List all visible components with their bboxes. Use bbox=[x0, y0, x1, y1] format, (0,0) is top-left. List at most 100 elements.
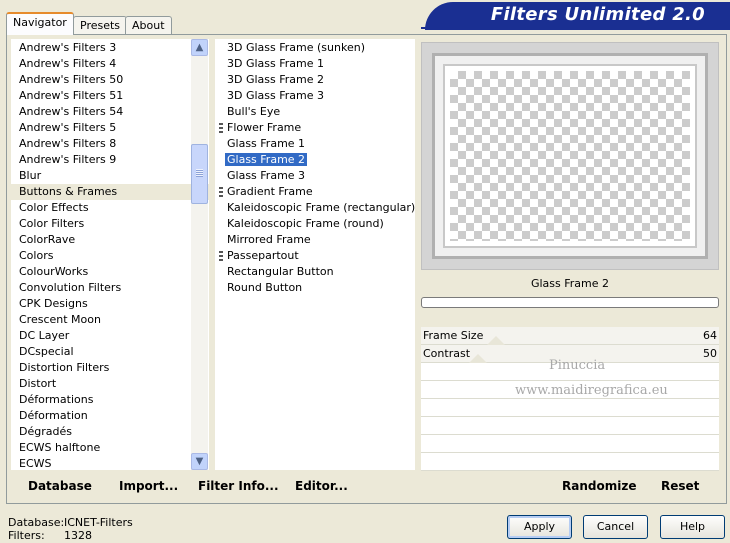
param-row-empty bbox=[421, 399, 719, 417]
filter-item-label: Gradient Frame bbox=[227, 185, 313, 198]
category-item[interactable]: Andrew's Filters 3 bbox=[11, 40, 209, 56]
category-item[interactable]: Andrew's Filters 8 bbox=[11, 136, 209, 152]
scroll-thumb[interactable] bbox=[191, 144, 208, 204]
filter-item-label: Round Button bbox=[227, 281, 303, 294]
status-database: Database:ICNET-Filters bbox=[8, 516, 133, 529]
reset-button[interactable]: Reset bbox=[661, 479, 699, 493]
filter-item[interactable]: Glass Frame 1 bbox=[215, 136, 415, 152]
category-item[interactable]: CPK Designs bbox=[11, 296, 209, 312]
filter-item-label: 3D Glass Frame 3 bbox=[227, 89, 325, 102]
category-item[interactable]: Distortion Filters bbox=[11, 360, 209, 376]
param-row-empty bbox=[421, 453, 719, 471]
category-item[interactable]: Crescent Moon bbox=[11, 312, 209, 328]
filter-item-label: Kaleidoscopic Frame (round) bbox=[227, 217, 384, 230]
tab-navigator[interactable]: Navigator bbox=[6, 12, 74, 35]
slider-thumb[interactable] bbox=[487, 336, 505, 345]
category-list[interactable]: Andrew's Filters 3 Andrew's Filters 4 Andr… bbox=[11, 39, 209, 470]
preview-frame-outer bbox=[432, 53, 708, 259]
scroll-down-button[interactable]: ▼ bbox=[191, 453, 208, 470]
filter-item[interactable]: Rectangular Button bbox=[215, 264, 415, 280]
param-row-empty bbox=[421, 417, 719, 435]
category-item[interactable]: Dégradés bbox=[11, 424, 209, 440]
category-item[interactable]: Color Filters bbox=[11, 216, 209, 232]
filter-item[interactable]: Passepartout bbox=[215, 248, 415, 264]
filter-item[interactable]: Kaleidoscopic Frame (rectangular) bbox=[215, 200, 415, 216]
brand-banner: Filters Unlimited 2.0 bbox=[421, 2, 730, 30]
chevron-down-icon: ▼ bbox=[195, 456, 204, 467]
filter-list[interactable]: 3D Glass Frame (sunken) 3D Glass Frame 1 3… bbox=[215, 39, 415, 470]
editor-button[interactable]: Editor... bbox=[295, 479, 348, 493]
filter-item-label: Bull's Eye bbox=[227, 105, 281, 118]
filter-item-label: Glass Frame 2 bbox=[225, 153, 308, 166]
filter-item[interactable]: 3D Glass Frame 1 bbox=[215, 56, 415, 72]
category-item[interactable]: Blur bbox=[11, 168, 209, 184]
category-item[interactable]: ColorRave bbox=[11, 232, 209, 248]
category-item[interactable]: ColourWorks bbox=[11, 264, 209, 280]
category-item[interactable]: Andrew's Filters 51 bbox=[11, 88, 209, 104]
filter-item-label: 3D Glass Frame (sunken) bbox=[227, 41, 365, 54]
filter-item-label: Kaleidoscopic Frame (rectangular) bbox=[227, 201, 415, 214]
filter-item[interactable]: 3D Glass Frame 3 bbox=[215, 88, 415, 104]
status-filters: Filters: 1328 bbox=[8, 529, 92, 542]
category-item[interactable]: Andrew's Filters 50 bbox=[11, 72, 209, 88]
filter-item[interactable]: 3D Glass Frame (sunken) bbox=[215, 40, 415, 56]
filter-item[interactable]: Kaleidoscopic Frame (round) bbox=[215, 216, 415, 232]
transparency-checkerboard bbox=[450, 71, 690, 241]
param-row-empty bbox=[421, 435, 719, 453]
filter-item[interactable]: 3D Glass Frame 2 bbox=[215, 72, 415, 88]
category-item[interactable]: Color Effects bbox=[11, 200, 209, 216]
editable-marker-icon bbox=[219, 123, 223, 133]
tab-presets[interactable]: Presets bbox=[73, 16, 128, 35]
slider-thumb[interactable] bbox=[469, 354, 487, 363]
category-item[interactable]: Distort bbox=[11, 376, 209, 392]
toolbar: Database Import... Filter Info... Editor… bbox=[11, 475, 717, 499]
param-label: Contrast bbox=[423, 347, 471, 360]
param-value: 50 bbox=[703, 347, 717, 360]
category-item[interactable]: Déformations bbox=[11, 392, 209, 408]
category-item[interactable]: Andrew's Filters 4 bbox=[11, 56, 209, 72]
watermark-name: Pinuccia bbox=[549, 358, 606, 373]
category-item[interactable]: ECWS bbox=[11, 456, 209, 470]
help-button[interactable]: Help bbox=[660, 515, 725, 539]
chevron-up-icon: ▲ bbox=[195, 42, 204, 53]
preview-pane bbox=[421, 42, 719, 270]
filter-item[interactable]: Glass Frame 2 bbox=[215, 152, 415, 168]
category-item[interactable]: Buttons & Frames bbox=[11, 184, 209, 200]
category-scrollbar[interactable]: ▲ ▼ bbox=[191, 39, 208, 470]
selected-filter-title: Glass Frame 2 bbox=[421, 273, 719, 295]
filter-item[interactable]: Gradient Frame bbox=[215, 184, 415, 200]
category-item[interactable]: Andrew's Filters 9 bbox=[11, 152, 209, 168]
progress-bar bbox=[421, 297, 719, 308]
preview-frame-inner bbox=[443, 64, 697, 248]
filter-item-label: 3D Glass Frame 2 bbox=[227, 73, 325, 86]
import-button[interactable]: Import... bbox=[119, 479, 178, 493]
editable-marker-icon bbox=[219, 187, 223, 197]
database-button[interactable]: Database bbox=[28, 479, 92, 493]
editable-marker-icon bbox=[219, 251, 223, 261]
category-item[interactable]: ECWS halftone bbox=[11, 440, 209, 456]
filter-item[interactable]: Flower Frame bbox=[215, 120, 415, 136]
filter-info-button[interactable]: Filter Info... bbox=[198, 479, 279, 493]
status-label: Database: bbox=[8, 516, 65, 529]
param-frame-size[interactable]: Frame Size 64 bbox=[421, 327, 719, 345]
scroll-up-button[interactable]: ▲ bbox=[191, 39, 208, 56]
status-value: ICNET-Filters bbox=[64, 516, 133, 529]
filter-item[interactable]: Mirrored Frame bbox=[215, 232, 415, 248]
filter-item-label: Glass Frame 3 bbox=[227, 169, 306, 182]
tab-about[interactable]: About bbox=[125, 16, 172, 35]
category-item[interactable]: DC Layer bbox=[11, 328, 209, 344]
grip-icon bbox=[196, 169, 203, 177]
category-item[interactable]: Andrew's Filters 54 bbox=[11, 104, 209, 120]
category-item[interactable]: Convolution Filters bbox=[11, 280, 209, 296]
cancel-button[interactable]: Cancel bbox=[583, 515, 648, 539]
randomize-button[interactable]: Randomize bbox=[562, 479, 636, 493]
filter-item-label: Flower Frame bbox=[227, 121, 302, 134]
category-item[interactable]: Colors bbox=[11, 248, 209, 264]
apply-button[interactable]: Apply bbox=[507, 515, 572, 539]
category-item[interactable]: DCspecial bbox=[11, 344, 209, 360]
filter-item[interactable]: Glass Frame 3 bbox=[215, 168, 415, 184]
category-item[interactable]: Déformation bbox=[11, 408, 209, 424]
filter-item[interactable]: Round Button bbox=[215, 280, 415, 296]
category-item[interactable]: Andrew's Filters 5 bbox=[11, 120, 209, 136]
filter-item[interactable]: Bull's Eye bbox=[215, 104, 415, 120]
